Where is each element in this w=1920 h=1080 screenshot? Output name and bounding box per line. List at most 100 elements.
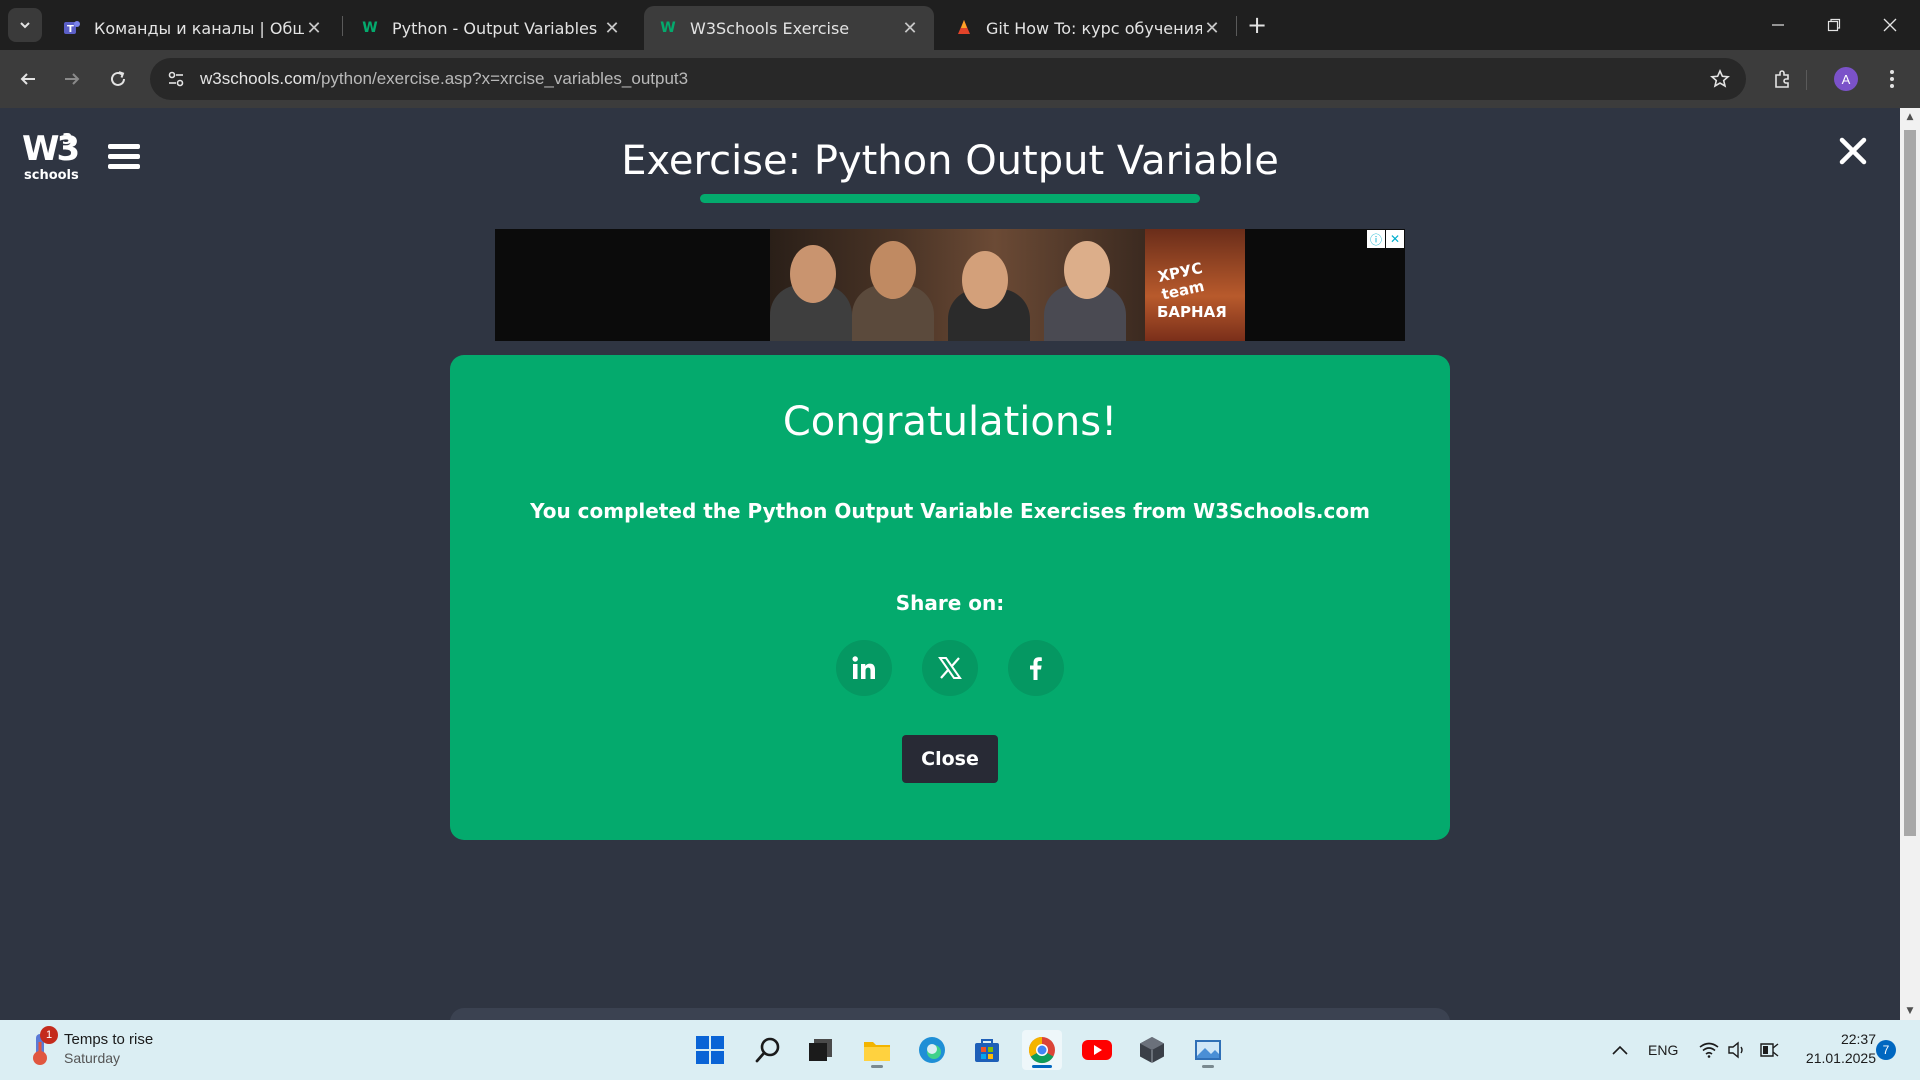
weather-title: Temps to rise (64, 1030, 154, 1048)
photos-app[interactable] (1188, 1030, 1228, 1070)
windows-taskbar: 1 Temps to rise Saturday ENG 22:37 21.01… (0, 1020, 1920, 1080)
folder-icon (864, 1042, 890, 1061)
scroll-down-icon[interactable]: ▼ (1905, 1006, 1915, 1016)
scroll-up-icon[interactable]: ▲ (1905, 112, 1915, 122)
share-linkedin-button[interactable] (836, 640, 892, 696)
page-scrollbar[interactable]: ▲ ▼ (1900, 108, 1920, 1020)
browser-menu-button[interactable] (1876, 63, 1908, 95)
arrow-left-icon (20, 73, 35, 85)
restore-button[interactable] (1806, 0, 1862, 50)
browser-toolbar: w3schools.com/python/exercise.asp?x=xrci… (0, 50, 1920, 108)
logo-superscript: 3 (62, 130, 73, 148)
language-indicator[interactable]: ENG (1648, 1020, 1678, 1080)
share-x-button[interactable] (922, 640, 978, 696)
cube-app[interactable] (1132, 1030, 1172, 1070)
w3schools-logo[interactable]: W3 3 schools (22, 130, 80, 188)
show-hidden-icons-button[interactable] (1606, 1020, 1634, 1080)
weather-widget[interactable]: 1 Temps to rise Saturday (26, 1026, 154, 1068)
ad-product: БАРНАЯ (1157, 303, 1227, 321)
start-button[interactable] (690, 1030, 730, 1070)
edge-icon (919, 1037, 945, 1063)
w3schools-icon: W (362, 20, 378, 36)
page-title: Exercise: Python Output Variable (621, 138, 1279, 184)
ad-close-icon[interactable]: ✕ (1386, 230, 1404, 248)
minimize-button[interactable] (1750, 0, 1806, 50)
wifi-icon[interactable] (1698, 1020, 1720, 1080)
plus-icon: + (1246, 11, 1268, 39)
file-explorer-app[interactable] (857, 1030, 897, 1070)
tab-strip: T Команды и каналы | Общий | М ✕ W Pytho… (0, 0, 1920, 50)
svg-text:T: T (67, 24, 74, 35)
system-clock[interactable]: 22:37 21.01.2025 (1794, 1030, 1876, 1068)
close-icon (1839, 137, 1867, 165)
ad-brand: ХРУС team (1156, 258, 1206, 304)
battery-plug-icon[interactable] (1756, 1020, 1782, 1080)
tab-git-how-to[interactable]: Git How To: курс обучения Git ✕ (940, 6, 1236, 50)
congratulations-modal: Congratulations! You completed the Pytho… (450, 355, 1450, 840)
restore-icon (1827, 18, 1841, 32)
chevron-down-icon (20, 22, 30, 29)
extensions-button[interactable] (1766, 63, 1798, 95)
puzzle-icon (1775, 70, 1789, 88)
arrow-right-icon (65, 73, 80, 85)
ad-image (770, 229, 1145, 341)
close-button[interactable]: Close (902, 735, 998, 783)
menu-hamburger-icon[interactable] (108, 144, 140, 170)
search-icon (755, 1037, 780, 1063)
edge-app[interactable] (912, 1030, 952, 1070)
task-view-button[interactable] (800, 1030, 840, 1070)
site-info-icon[interactable] (156, 59, 196, 99)
windows-icon (696, 1036, 724, 1064)
store-icon (975, 1039, 999, 1062)
tab-search-button[interactable] (8, 8, 42, 42)
share-facebook-button[interactable] (1008, 640, 1064, 696)
close-tab-icon[interactable]: ✕ (602, 18, 622, 39)
taskbar-search-button[interactable] (748, 1030, 788, 1070)
close-window-button[interactable] (1862, 0, 1918, 50)
tab-title: Команды и каналы | Общий | М (94, 18, 304, 38)
youtube-app[interactable] (1077, 1030, 1117, 1070)
chrome-icon (1028, 1036, 1055, 1064)
share-label: Share on: (895, 591, 1005, 615)
logo-subtext: schools (24, 168, 79, 183)
volume-icon[interactable] (1726, 1020, 1748, 1080)
reload-icon (111, 71, 125, 86)
bookmark-star-icon[interactable] (1708, 67, 1732, 91)
scrollbar-thumb[interactable] (1904, 130, 1916, 836)
forward-button[interactable] (56, 63, 88, 95)
close-exercise-button[interactable] (1838, 136, 1872, 170)
title-underline (700, 194, 1200, 203)
chevron-up-icon (1612, 1045, 1628, 1055)
reload-button[interactable] (102, 63, 134, 95)
address-bar[interactable]: w3schools.com/python/exercise.asp?x=xrci… (150, 58, 1746, 100)
linkedin-icon (852, 656, 875, 679)
profile-button[interactable]: A (1830, 63, 1862, 95)
back-button[interactable] (12, 63, 44, 95)
git-icon (954, 18, 974, 38)
close-tab-icon[interactable]: ✕ (304, 18, 324, 39)
close-tab-icon[interactable]: ✕ (1202, 18, 1222, 39)
page-viewport: W3 3 schools Exercise: Python Output Var… (0, 108, 1900, 1020)
w3schools-icon: W (660, 20, 676, 36)
tab-teams[interactable]: T Команды и каналы | Общий | М ✕ (48, 6, 338, 50)
ad-controls: ⓘ ✕ (1366, 230, 1404, 248)
clock-date: 21.01.2025 (1805, 1050, 1876, 1066)
store-app[interactable] (967, 1030, 1007, 1070)
close-tab-icon[interactable]: ✕ (900, 18, 920, 39)
thermometer-icon: 1 (26, 1026, 58, 1068)
tab-python-output-variables[interactable]: W Python - Output Variables ✕ (346, 6, 636, 50)
new-tab-button[interactable]: + (1244, 11, 1270, 39)
facebook-icon (1030, 657, 1042, 680)
weather-badge: 1 (40, 1026, 58, 1044)
ad-product-pack: ХРУС team БАРНАЯ (1145, 229, 1245, 341)
close-icon (1883, 18, 1897, 32)
x-icon (938, 657, 962, 679)
ad-banner[interactable]: ХРУС team БАРНАЯ ⓘ ✕ (495, 229, 1405, 341)
teams-icon: T (62, 18, 82, 38)
tab-w3schools-exercise[interactable]: W W3Schools Exercise ✕ (644, 6, 934, 50)
ad-info-icon[interactable]: ⓘ (1367, 230, 1385, 248)
tab-divider (342, 16, 343, 36)
next-section-card (450, 1008, 1450, 1020)
chrome-app[interactable] (1022, 1030, 1062, 1070)
notification-badge[interactable]: 7 (1876, 1040, 1896, 1060)
